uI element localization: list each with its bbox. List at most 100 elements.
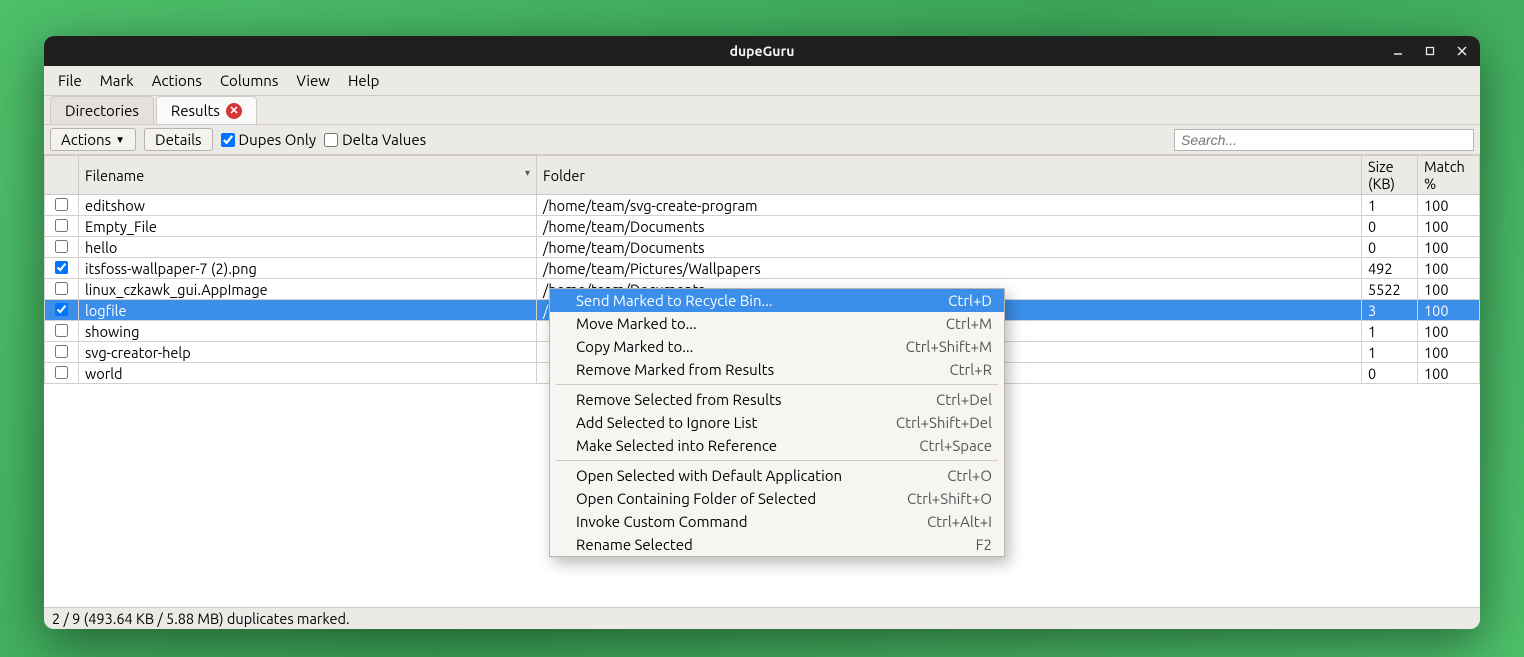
cell-size: 1 [1362, 342, 1418, 363]
menu-item-shortcut: Ctrl+Shift+Del [896, 414, 992, 431]
actions-label: Actions [61, 131, 111, 148]
cell-filename: editshow [79, 195, 537, 216]
table-row[interactable]: itsfoss-wallpaper-7 (2).png/home/team/Pi… [45, 258, 1480, 279]
cell-match: 100 [1418, 237, 1480, 258]
row-checkbox-cell[interactable] [45, 300, 79, 321]
delta-values-checkbox[interactable]: Delta Values [324, 131, 426, 148]
col-header-checkbox[interactable] [45, 156, 79, 195]
row-checkbox-cell[interactable] [45, 279, 79, 300]
cell-size: 0 [1362, 216, 1418, 237]
table-row[interactable]: Empty_File/home/team/Documents0100 [45, 216, 1480, 237]
cell-size: 5522 [1362, 279, 1418, 300]
cell-match: 100 [1418, 321, 1480, 342]
menu-item-label: Open Containing Folder of Selected [576, 490, 816, 507]
menu-columns[interactable]: Columns [212, 69, 286, 92]
row-checkbox[interactable] [55, 198, 68, 211]
row-checkbox-cell[interactable] [45, 237, 79, 258]
menu-item-shortcut: Ctrl+Del [936, 391, 992, 408]
context-menu-item[interactable]: Open Containing Folder of Selected Ctrl+S… [550, 487, 1004, 510]
cell-folder: /home/team/Documents [537, 237, 1362, 258]
col-header-folder[interactable]: Folder [537, 156, 1362, 195]
dupes-only-input[interactable] [221, 133, 235, 147]
sort-indicator-icon: ▾ [525, 167, 530, 179]
context-menu-item[interactable]: Remove Marked from Results Ctrl+R [550, 358, 1004, 381]
toolbar: Actions ▼ Details Dupes Only Delta Value… [44, 125, 1480, 155]
menu-item-shortcut: Ctrl+Space [919, 437, 992, 454]
statusbar: 2 / 9 (493.64 KB / 5.88 MB) duplicates m… [44, 607, 1480, 629]
col-header-match[interactable]: Match % [1418, 156, 1480, 195]
row-checkbox-cell[interactable] [45, 258, 79, 279]
menu-mark[interactable]: Mark [92, 69, 142, 92]
tab-directories[interactable]: Directories [50, 96, 154, 124]
window-controls [1386, 39, 1474, 63]
row-checkbox-cell[interactable] [45, 216, 79, 237]
menu-item-shortcut: Ctrl+O [947, 467, 992, 484]
context-menu-item[interactable]: Open Selected with Default Application Ct… [550, 464, 1004, 487]
menu-view[interactable]: View [288, 69, 338, 92]
row-checkbox[interactable] [55, 366, 68, 379]
context-menu-item[interactable]: Invoke Custom CommandCtrl+Alt+I [550, 510, 1004, 533]
menu-file[interactable]: File [50, 69, 90, 92]
context-menu-item[interactable]: Add Selected to Ignore ListCtrl+Shift+De… [550, 411, 1004, 434]
details-button[interactable]: Details [144, 128, 213, 151]
app-window: dupeGuru File Mark Actions Columns View … [44, 36, 1480, 629]
row-checkbox[interactable] [55, 303, 68, 316]
tab-close-icon[interactable]: ✕ [226, 103, 242, 119]
menu-item-label: Remove Marked from Results [576, 361, 774, 378]
menu-item-shortcut: Ctrl+R [949, 361, 992, 378]
actions-dropdown[interactable]: Actions ▼ [50, 128, 136, 151]
cell-match: 100 [1418, 342, 1480, 363]
maximize-button[interactable] [1418, 39, 1442, 63]
status-text: 2 / 9 (493.64 KB / 5.88 MB) duplicates m… [52, 610, 350, 627]
row-checkbox-cell[interactable] [45, 195, 79, 216]
context-menu-item[interactable]: Send Marked to Recycle Bin... Ctrl+D [550, 289, 1004, 312]
table-header-row: Filename▾ Folder Size (KB) Match % [45, 156, 1480, 195]
tab-label: Results [171, 102, 220, 119]
context-menu-item[interactable]: Make Selected into ReferenceCtrl+Space [550, 434, 1004, 457]
row-checkbox[interactable] [55, 345, 68, 358]
row-checkbox[interactable] [55, 324, 68, 337]
titlebar: dupeGuru [44, 36, 1480, 66]
menu-item-label: Remove Selected from Results [576, 391, 782, 408]
tab-results[interactable]: Results ✕ [156, 96, 257, 124]
cell-folder: /home/team/Pictures/Wallpapers [537, 258, 1362, 279]
context-menu-item[interactable]: Copy Marked to...Ctrl+Shift+M [550, 335, 1004, 358]
row-checkbox-cell[interactable] [45, 342, 79, 363]
cell-match: 100 [1418, 363, 1480, 384]
menu-item-label: Open Selected with Default Application [576, 467, 842, 484]
menu-separator [556, 460, 998, 461]
menu-help[interactable]: Help [340, 69, 387, 92]
cell-filename: hello [79, 237, 537, 258]
dupes-only-checkbox[interactable]: Dupes Only [221, 131, 317, 148]
row-checkbox-cell[interactable] [45, 321, 79, 342]
col-header-size[interactable]: Size (KB) [1362, 156, 1418, 195]
cell-match: 100 [1418, 216, 1480, 237]
delta-values-input[interactable] [324, 133, 338, 147]
cell-match: 100 [1418, 195, 1480, 216]
menu-item-shortcut: Ctrl+D [948, 292, 992, 309]
context-menu-item[interactable]: Rename SelectedF2 [550, 533, 1004, 556]
context-menu-item[interactable]: Remove Selected from Results Ctrl+Del [550, 388, 1004, 411]
row-checkbox-cell[interactable] [45, 363, 79, 384]
col-header-filename[interactable]: Filename▾ [79, 156, 537, 195]
table-row[interactable]: hello/home/team/Documents0100 [45, 237, 1480, 258]
search-input[interactable] [1174, 129, 1474, 151]
row-checkbox[interactable] [55, 261, 68, 274]
row-checkbox[interactable] [55, 219, 68, 232]
cell-size: 0 [1362, 237, 1418, 258]
cell-size: 0 [1362, 363, 1418, 384]
menu-item-label: Send Marked to Recycle Bin... [576, 292, 773, 309]
cell-filename: logfile [79, 300, 537, 321]
table-row[interactable]: editshow/home/team/svg-create-program110… [45, 195, 1480, 216]
cell-filename: world [79, 363, 537, 384]
context-menu-item[interactable]: Move Marked to...Ctrl+M [550, 312, 1004, 335]
menu-item-shortcut: Ctrl+Shift+O [907, 490, 992, 507]
details-label: Details [155, 131, 202, 148]
row-checkbox[interactable] [55, 282, 68, 295]
dupes-only-label: Dupes Only [239, 131, 317, 148]
row-checkbox[interactable] [55, 240, 68, 253]
minimize-button[interactable] [1386, 39, 1410, 63]
menu-actions[interactable]: Actions [144, 69, 210, 92]
delta-values-label: Delta Values [342, 131, 426, 148]
close-button[interactable] [1450, 39, 1474, 63]
